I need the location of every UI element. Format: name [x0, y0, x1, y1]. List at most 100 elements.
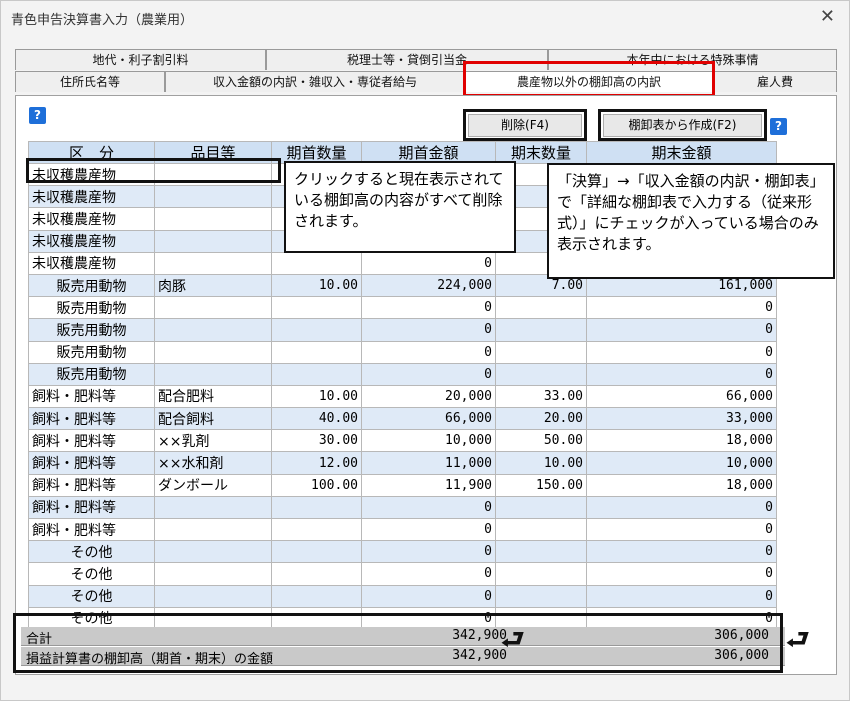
tab-address-name[interactable]: 住所氏名等 [15, 71, 165, 92]
cell-category[interactable]: 飼料・肥料等 [28, 429, 155, 453]
cell-opening-qty[interactable]: 10.00 [271, 273, 362, 298]
cell-closing-amount[interactable]: 0 [586, 517, 777, 542]
cell-opening-qty[interactable] [271, 296, 362, 320]
table-row[interactable]: 飼料・肥料等 ダンボール 100.00 11,900 150.00 18,000 [28, 473, 777, 497]
table-row[interactable]: 飼料・肥料等 ××水和剤 12.00 11,000 10.00 10,000 [28, 451, 777, 475]
cell-closing-amount[interactable]: 0 [586, 296, 777, 320]
cell-opening-qty[interactable] [271, 540, 362, 564]
cell-closing-amount[interactable]: 66,000 [586, 384, 777, 409]
cell-category[interactable]: 飼料・肥料等 [28, 384, 155, 409]
cell-closing-qty[interactable]: 33.00 [495, 384, 587, 409]
cell-item[interactable] [154, 562, 272, 586]
cell-opening-amount[interactable]: 224,000 [361, 273, 496, 298]
cell-item[interactable]: 肉豚 [154, 273, 272, 298]
cell-category[interactable]: その他 [28, 584, 155, 608]
cell-opening-qty[interactable] [271, 495, 362, 520]
cell-item[interactable]: ダンボール [154, 473, 272, 497]
cell-category[interactable]: その他 [28, 562, 155, 586]
cell-item[interactable] [154, 318, 272, 342]
cell-category[interactable]: 販売用動物 [28, 273, 155, 298]
cell-opening-qty[interactable] [271, 251, 362, 275]
table-row[interactable]: 販売用動物 0 0 [28, 362, 777, 386]
cell-opening-qty[interactable]: 12.00 [271, 451, 362, 475]
cell-item[interactable] [154, 251, 272, 275]
cell-category[interactable]: 販売用動物 [28, 340, 155, 364]
cell-closing-qty[interactable] [495, 562, 587, 586]
cell-closing-qty[interactable]: 50.00 [495, 429, 587, 453]
cell-item[interactable] [154, 517, 272, 542]
cell-opening-amount[interactable]: 0 [361, 584, 496, 608]
cell-opening-amount[interactable]: 0 [361, 251, 496, 275]
cell-opening-qty[interactable] [271, 562, 362, 586]
cell-category[interactable]: 販売用動物 [28, 296, 155, 320]
cell-opening-amount[interactable]: 10,000 [361, 429, 496, 453]
cell-closing-qty[interactable]: 20.00 [495, 407, 587, 431]
cell-closing-qty[interactable] [495, 584, 587, 608]
cell-opening-qty[interactable] [271, 517, 362, 542]
help-icon[interactable]: ? [29, 107, 46, 124]
cell-item[interactable] [154, 296, 272, 320]
cell-opening-amount[interactable]: 0 [361, 340, 496, 364]
cell-opening-amount[interactable]: 0 [361, 296, 496, 320]
table-row[interactable]: 飼料・肥料等 ××乳剤 30.00 10,000 50.00 18,000 [28, 429, 777, 453]
cell-opening-amount[interactable]: 0 [361, 362, 496, 386]
cell-item[interactable]: 配合飼料 [154, 407, 272, 431]
tab-employee-wages[interactable]: 雇人費 [713, 71, 837, 92]
cell-opening-amount[interactable]: 66,000 [361, 407, 496, 431]
cell-closing-qty[interactable] [495, 340, 587, 364]
cell-category[interactable]: その他 [28, 540, 155, 564]
cell-item[interactable] [154, 207, 272, 231]
cell-opening-amount[interactable]: 0 [361, 540, 496, 564]
cell-closing-amount[interactable]: 0 [586, 340, 777, 364]
cell-category[interactable]: 飼料・肥料等 [28, 517, 155, 542]
cell-category[interactable]: 飼料・肥料等 [28, 473, 155, 497]
cell-opening-qty[interactable]: 100.00 [271, 473, 362, 497]
cell-category[interactable]: 販売用動物 [28, 362, 155, 386]
create-from-inventory-button[interactable]: 棚卸表から作成(F2) [603, 114, 762, 137]
cell-closing-qty[interactable] [495, 362, 587, 386]
cell-closing-amount[interactable]: 0 [586, 318, 777, 342]
cell-category[interactable]: 販売用動物 [28, 318, 155, 342]
tab-income-breakdown[interactable]: 収入金額の内訳・雑収入・専従者給与 [165, 71, 465, 92]
table-row[interactable]: 販売用動物 0 0 [28, 318, 777, 342]
cell-opening-amount[interactable]: 0 [361, 495, 496, 520]
table-row[interactable]: 販売用動物 0 0 [28, 296, 777, 320]
cell-opening-qty[interactable] [271, 584, 362, 608]
help-icon[interactable]: ? [770, 118, 787, 135]
cell-category[interactable]: 未収穫農産物 [28, 229, 155, 253]
cell-category[interactable]: 未収穫農産物 [28, 251, 155, 275]
table-row[interactable]: 飼料・肥料等 配合飼料 40.00 66,000 20.00 33,000 [28, 407, 777, 431]
cell-closing-qty[interactable]: 10.00 [495, 451, 587, 475]
cell-category[interactable]: 飼料・肥料等 [28, 495, 155, 520]
cell-closing-qty[interactable] [495, 318, 587, 342]
table-row[interactable]: 飼料・肥料等 0 0 [28, 495, 777, 520]
cell-closing-qty[interactable] [495, 540, 587, 564]
cell-item[interactable]: ××乳剤 [154, 429, 272, 453]
cell-item[interactable]: ××水和剤 [154, 451, 272, 475]
cell-item[interactable] [154, 584, 272, 608]
table-row[interactable]: 飼料・肥料等 0 0 [28, 517, 777, 542]
cell-opening-amount[interactable]: 0 [361, 517, 496, 542]
cell-opening-qty[interactable]: 30.00 [271, 429, 362, 453]
table-row[interactable]: 販売用動物 0 0 [28, 340, 777, 364]
table-row[interactable]: 飼料・肥料等 配合肥料 10.00 20,000 33.00 66,000 [28, 384, 777, 409]
cell-opening-amount[interactable]: 20,000 [361, 384, 496, 409]
cell-opening-amount[interactable]: 11,000 [361, 451, 496, 475]
cell-closing-amount[interactable]: 0 [586, 495, 777, 520]
cell-opening-qty[interactable] [271, 318, 362, 342]
cell-opening-amount[interactable]: 0 [361, 562, 496, 586]
close-icon[interactable]: ✕ [820, 6, 835, 27]
cell-closing-amount[interactable]: 10,000 [586, 451, 777, 475]
table-row[interactable]: その他 0 0 [28, 562, 777, 586]
cell-opening-qty[interactable] [271, 340, 362, 364]
cell-closing-amount[interactable]: 0 [586, 540, 777, 564]
cell-item[interactable] [154, 495, 272, 520]
cell-category[interactable]: 飼料・肥料等 [28, 451, 155, 475]
cell-closing-amount[interactable]: 33,000 [586, 407, 777, 431]
cell-category[interactable]: 未収穫農産物 [28, 185, 155, 209]
cell-opening-amount[interactable]: 11,900 [361, 473, 496, 497]
cell-item[interactable] [154, 540, 272, 564]
cell-category[interactable]: 飼料・肥料等 [28, 407, 155, 431]
cell-closing-amount[interactable]: 18,000 [586, 473, 777, 497]
cell-closing-amount[interactable]: 18,000 [586, 429, 777, 453]
